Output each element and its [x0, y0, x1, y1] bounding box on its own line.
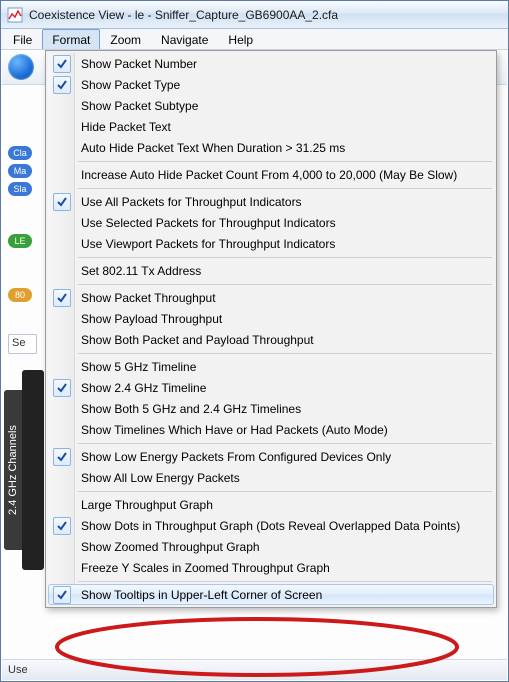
search-stub[interactable]: Se [8, 334, 37, 354]
check-icon [53, 517, 71, 535]
menu-item[interactable]: Show Payload Throughput [48, 308, 494, 329]
menu-item[interactable]: Show Low Energy Packets From Configured … [48, 446, 494, 467]
refresh-icon[interactable] [8, 54, 34, 80]
menu-item-label: Show Dots in Throughput Graph (Dots Reve… [81, 519, 460, 533]
check-icon [53, 586, 71, 604]
menu-item[interactable]: Show 5 GHz Timeline [48, 356, 494, 377]
window-title: Coexistence View - le - Sniffer_Capture_… [29, 8, 338, 22]
menu-format[interactable]: Format [42, 29, 100, 49]
check-icon [53, 289, 71, 307]
check-icon [53, 193, 71, 211]
menu-item[interactable]: Show Timelines Which Have or Had Packets… [48, 419, 494, 440]
menu-item[interactable]: Show 2.4 GHz Timeline [48, 377, 494, 398]
menu-item[interactable]: Freeze Y Scales in Zoomed Throughput Gra… [48, 557, 494, 578]
menubar: File Format Zoom Navigate Help [1, 29, 508, 50]
menu-item-label: Show Timelines Which Have or Had Packets… [81, 423, 388, 437]
content-area: Cla Ma Sla LE 80 Se 2.4 GHz Channels Use Sho… [2, 50, 507, 680]
menu-help[interactable]: Help [218, 29, 263, 49]
check-icon [53, 76, 71, 94]
menu-item[interactable]: Auto Hide Packet Text When Duration > 31… [48, 137, 494, 158]
vertical-axis-label: 2.4 GHz Channels [4, 390, 22, 550]
app-icon [7, 7, 23, 23]
menu-item-label: Use Selected Packets for Throughput Indi… [81, 216, 336, 230]
menu-item-label: Use Viewport Packets for Throughput Indi… [81, 237, 335, 251]
timeline-panel-bg [22, 370, 44, 570]
menu-item-label: Auto Hide Packet Text When Duration > 31… [81, 141, 345, 155]
menu-item-label: Show 5 GHz Timeline [81, 360, 196, 374]
check-icon [53, 379, 71, 397]
menu-item-label: Hide Packet Text [81, 120, 171, 134]
menu-item-label: Show Tooltips in Upper-Left Corner of Sc… [81, 588, 322, 602]
statusbar-text: Use [8, 664, 28, 676]
menu-item-label: Set 802.11 Tx Address [81, 264, 201, 278]
menu-item-label: Show Zoomed Throughput Graph [81, 540, 260, 554]
menu-item[interactable]: Show Packet Throughput [48, 287, 494, 308]
menu-item[interactable]: Show Both 5 GHz and 2.4 GHz Timelines [48, 398, 494, 419]
menu-item-label: Show Packet Type [81, 78, 180, 92]
format-dropdown: Show Packet Number Show Packet Type Show P… [45, 50, 497, 608]
menu-item-label: Increase Auto Hide Packet Count From 4,0… [81, 168, 457, 182]
menu-item-label: Large Throughput Graph [81, 498, 213, 512]
bg-pill[interactable]: Ma [8, 164, 32, 178]
check-icon [53, 448, 71, 466]
menu-item-label: Show Both Packet and Payload Throughput [81, 333, 314, 347]
menu-item[interactable]: Use Viewport Packets for Throughput Indi… [48, 233, 494, 254]
titlebar: Coexistence View - le - Sniffer_Capture_… [1, 1, 508, 29]
menu-file[interactable]: File [3, 29, 42, 49]
menu-item[interactable]: Show Packet Type [48, 74, 494, 95]
menu-item-label: Show Payload Throughput [81, 312, 222, 326]
menu-item-label: Show All Low Energy Packets [81, 471, 240, 485]
menu-item[interactable]: Show Packet Subtype [48, 95, 494, 116]
menu-item-label: Show 2.4 GHz Timeline [81, 381, 206, 395]
menu-item[interactable]: Show Dots in Throughput Graph (Dots Reve… [48, 515, 494, 536]
menu-item-label: Use All Packets for Throughput Indicator… [81, 195, 302, 209]
menu-item[interactable]: Large Throughput Graph [48, 494, 494, 515]
menu-item-label: Show Packet Throughput [81, 291, 216, 305]
menu-navigate[interactable]: Navigate [151, 29, 218, 49]
bg-pill[interactable]: Sla [8, 182, 32, 196]
menu-item[interactable]: Show All Low Energy Packets [48, 467, 494, 488]
menu-item[interactable]: Hide Packet Text [48, 116, 494, 137]
menu-item[interactable]: Increase Auto Hide Packet Count From 4,0… [48, 164, 494, 185]
menu-item[interactable]: Use Selected Packets for Throughput Indi… [48, 212, 494, 233]
menu-item-label: Show Low Energy Packets From Configured … [81, 450, 391, 464]
menu-item[interactable]: Show Packet Number [48, 53, 494, 74]
menu-item-label: Show Packet Subtype [81, 99, 198, 113]
menu-item[interactable]: Set 802.11 Tx Address [48, 260, 494, 281]
bg-pill[interactable]: 80 [8, 288, 32, 302]
menu-item-label: Show Both 5 GHz and 2.4 GHz Timelines [81, 402, 301, 416]
menu-item-label: Freeze Y Scales in Zoomed Throughput Gra… [81, 561, 330, 575]
menu-item[interactable]: Show Both Packet and Payload Throughput [48, 329, 494, 350]
menu-zoom[interactable]: Zoom [100, 29, 151, 49]
menu-item[interactable]: Show Zoomed Throughput Graph [48, 536, 494, 557]
menu-item-label: Show Packet Number [81, 57, 197, 71]
menu-item[interactable]: Use All Packets for Throughput Indicator… [48, 191, 494, 212]
bg-pill[interactable]: Cla [8, 146, 32, 160]
bg-pill[interactable]: LE [8, 234, 32, 248]
statusbar: Use [2, 659, 507, 680]
app-window: Coexistence View - le - Sniffer_Capture_… [0, 0, 509, 682]
menu-item[interactable]: Show Tooltips in Upper-Left Corner of Sc… [48, 584, 494, 605]
check-icon [53, 55, 71, 73]
